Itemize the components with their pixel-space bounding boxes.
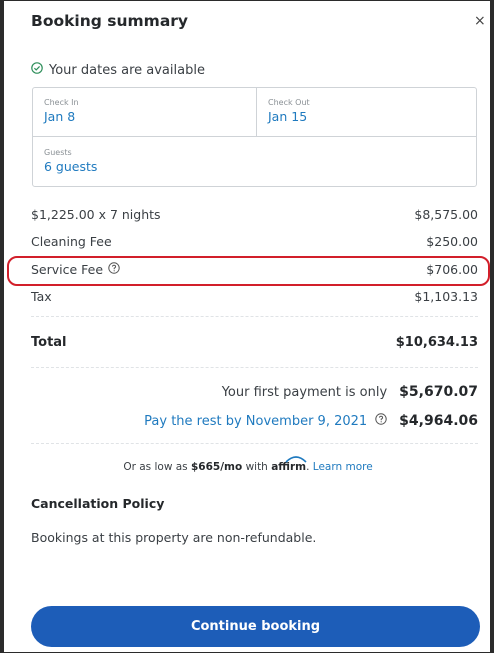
cancellation-policy-heading: Cancellation Policy [31, 496, 165, 511]
total-label: Total [31, 335, 67, 350]
fee-row-tax: Tax $1,103.13 [31, 289, 478, 304]
rest-payment-amount: $4,964.06 [399, 413, 478, 429]
check-out-label: Check Out [268, 98, 310, 107]
check-out-value: Jan 15 [268, 109, 308, 124]
rest-payment-link[interactable]: Pay the rest by November 9, 2021 [144, 414, 367, 429]
fee-row-service: Service Fee $706.00 [31, 262, 478, 277]
first-payment-label: Your first payment is only [221, 384, 388, 400]
affirm-prefix: Or as low as [123, 461, 188, 473]
total-row: Total $10,634.13 [31, 335, 478, 350]
continue-booking-button[interactable]: Continue booking [31, 606, 480, 647]
dates-box: Check In Jan 8 Check Out Jan 15 Guests 6… [32, 87, 477, 187]
divider [33, 136, 476, 137]
check-in-label: Check In [44, 98, 79, 107]
check-out-field[interactable]: Check Out Jan 15 [268, 98, 310, 124]
divider [31, 316, 478, 317]
fee-amount: $250.00 [426, 234, 478, 249]
fee-amount: $1,103.13 [414, 289, 478, 304]
affirm-arc-icon [285, 456, 307, 463]
cancellation-policy-text: Bookings at this property are non-refund… [31, 530, 317, 545]
help-icon[interactable] [108, 262, 120, 277]
fee-label: Service Fee [31, 262, 104, 277]
check-in-field[interactable]: Check In Jan 8 [44, 98, 79, 124]
help-icon[interactable] [375, 413, 387, 429]
rest-payment-row: Pay the rest by November 9, 2021 $4,964.… [144, 413, 478, 429]
affirm-monthly: $665/mo [191, 461, 243, 473]
fee-row-cleaning: Cleaning Fee $250.00 [31, 234, 478, 249]
learn-more-link[interactable]: Learn more [313, 461, 373, 473]
availability-status: Your dates are available [31, 62, 205, 78]
fee-label: Cleaning Fee [31, 234, 112, 249]
divider [31, 367, 478, 368]
check-circle-icon [31, 62, 49, 78]
availability-text: Your dates are available [49, 62, 205, 78]
divider [31, 443, 478, 444]
total-amount: $10,634.13 [395, 335, 478, 350]
page-title: Booking summary [31, 12, 189, 30]
fee-row-nights: $1,225.00 x 7 nights $8,575.00 [31, 207, 478, 222]
fee-amount: $8,575.00 [414, 207, 478, 222]
affirm-with: with [245, 461, 268, 473]
fee-label: Tax [31, 289, 52, 304]
close-icon[interactable]: × [474, 13, 486, 29]
divider [256, 88, 257, 136]
guests-label: Guests [44, 148, 72, 157]
fee-amount: $706.00 [426, 262, 478, 277]
first-payment-amount: $5,670.07 [399, 384, 478, 400]
guests-value: 6 guests [44, 159, 98, 174]
affirm-logo: affirm [271, 456, 307, 473]
affirm-promo: Or as low as $665/mo with affirm. Learn … [0, 456, 496, 473]
guests-field[interactable]: Guests 6 guests [44, 148, 97, 174]
check-in-value: Jan 8 [44, 109, 76, 124]
first-payment-row: Your first payment is only $5,670.07 [222, 384, 478, 400]
fee-label: $1,225.00 x 7 nights [31, 207, 161, 222]
